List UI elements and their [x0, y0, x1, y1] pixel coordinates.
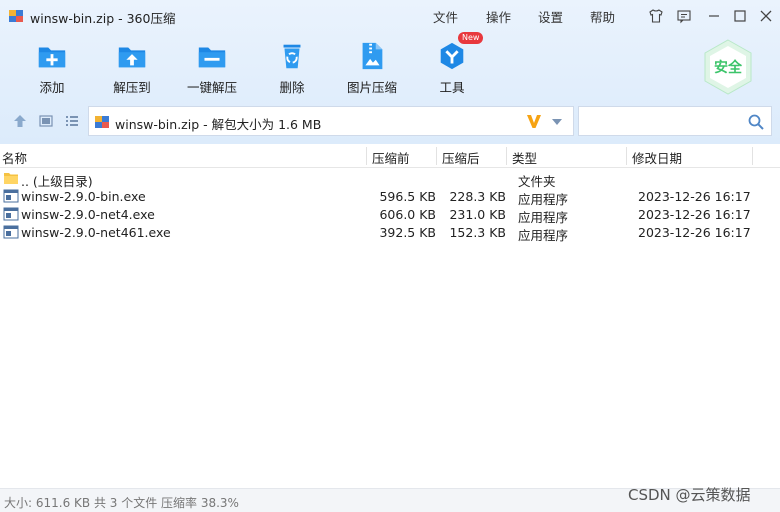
feedback-message-icon[interactable]: [674, 6, 694, 26]
path-box[interactable]: winsw-bin.zip - 解包大小为 1.6 MB: [88, 106, 574, 136]
file-name: winsw-2.9.0-net4.exe: [21, 207, 155, 222]
title-bar: winsw-bin.zip - 360压缩 文件 操作 设置 帮助: [0, 0, 780, 32]
column-divider[interactable]: [366, 147, 367, 165]
new-badge: New: [458, 32, 484, 44]
folder-icon: [4, 173, 18, 184]
column-compressed-before[interactable]: 压缩前: [372, 148, 410, 167]
file-date: 2023-12-26 16:17: [638, 207, 751, 222]
column-divider[interactable]: [436, 147, 437, 165]
thumbnail-view-icon[interactable]: [38, 113, 54, 129]
column-divider[interactable]: [506, 147, 507, 165]
size-before: 596.5 KB: [379, 189, 436, 204]
file-name: winsw-2.9.0-net461.exe: [21, 225, 171, 240]
menu-settings[interactable]: 设置: [538, 7, 563, 26]
add-label: 添加: [39, 80, 65, 95]
path-text: winsw-bin.zip - 解包大小为 1.6 MB: [115, 117, 322, 132]
chevron-down-icon[interactable]: [551, 118, 563, 126]
close-icon[interactable]: [756, 6, 776, 26]
tools-icon: [440, 42, 464, 70]
menu-file[interactable]: 文件: [433, 7, 458, 26]
up-arrow-icon[interactable]: [12, 113, 28, 129]
file-date: 2023-12-26 16:17: [638, 189, 751, 204]
table-row[interactable]: winsw-2.9.0-net4.exe 606.0 KB 231.0 KB 应…: [0, 205, 780, 225]
size-before: 606.0 KB: [379, 207, 436, 222]
column-divider[interactable]: [626, 147, 627, 165]
column-name[interactable]: 名称: [2, 148, 27, 167]
image-compress-button[interactable]: 图片压缩: [332, 38, 412, 96]
top-area: winsw-bin.zip - 360压缩 文件 操作 设置 帮助 添加 解压到…: [0, 0, 780, 144]
column-compressed-after[interactable]: 压缩后: [442, 148, 480, 167]
vip-v-icon[interactable]: [525, 112, 543, 130]
search-input[interactable]: [578, 106, 772, 136]
add-button[interactable]: 添加: [12, 38, 92, 96]
watermark-text: CSDN @云策数据: [628, 486, 751, 504]
table-row[interactable]: winsw-2.9.0-bin.exe 596.5 KB 228.3 KB 应用…: [0, 187, 780, 207]
tools-button[interactable]: New 工具: [412, 32, 492, 96]
table-row[interactable]: winsw-2.9.0-net461.exe 392.5 KB 152.3 KB…: [0, 223, 780, 243]
safe-label: 安全: [714, 60, 742, 76]
skin-shirt-icon[interactable]: [646, 6, 666, 26]
column-type[interactable]: 类型: [512, 148, 537, 167]
image-compress-label: 图片压缩: [346, 80, 397, 95]
exe-file-icon: [3, 189, 19, 203]
delete-label: 删除: [279, 80, 305, 95]
file-name: winsw-2.9.0-bin.exe: [21, 189, 146, 204]
menu-operate[interactable]: 操作: [486, 7, 511, 26]
extract-folder-icon: [118, 47, 146, 68]
status-text: 大小: 611.6 KB 共 3 个文件 压缩率 38.3%: [4, 496, 239, 510]
safe-badge[interactable]: 安全: [702, 38, 754, 96]
column-header: 名称 压缩前 压缩后 类型 修改日期: [0, 144, 780, 168]
exe-file-icon: [3, 225, 19, 239]
size-before: 392.5 KB: [379, 225, 436, 240]
address-bar-row: winsw-bin.zip - 解包大小为 1.6 MB: [0, 104, 780, 138]
app-logo-icon: [9, 10, 23, 22]
column-modified[interactable]: 修改日期: [632, 148, 682, 167]
zip-archive-icon: [95, 116, 109, 128]
table-row-parent[interactable]: .. (上级目录) 文件夹: [0, 169, 780, 189]
maximize-icon[interactable]: [730, 6, 750, 26]
search-icon[interactable]: [747, 113, 765, 131]
one-click-extract-icon: [198, 47, 226, 68]
minimize-icon[interactable]: [704, 6, 724, 26]
exe-file-icon: [3, 207, 19, 221]
extract-to-button[interactable]: 解压到: [92, 38, 172, 96]
one-click-extract-button[interactable]: 一键解压: [172, 38, 252, 96]
file-date: 2023-12-26 16:17: [638, 225, 751, 240]
add-folder-icon: [38, 47, 66, 68]
window-title: winsw-bin.zip - 360压缩: [30, 11, 176, 26]
menu-help[interactable]: 帮助: [590, 7, 615, 26]
delete-button[interactable]: 删除: [252, 38, 332, 96]
size-after: 152.3 KB: [449, 225, 506, 240]
size-after: 228.3 KB: [449, 189, 506, 204]
recycle-delete-icon: [283, 44, 301, 69]
file-type: 应用程序: [518, 228, 569, 243]
one-click-extract-label: 一键解压: [186, 80, 237, 95]
column-divider[interactable]: [752, 147, 753, 165]
extract-to-label: 解压到: [113, 80, 151, 95]
size-after: 231.0 KB: [449, 207, 506, 222]
image-compress-icon: [362, 42, 383, 70]
tools-label: 工具: [439, 80, 465, 95]
list-view-icon[interactable]: [64, 113, 80, 129]
